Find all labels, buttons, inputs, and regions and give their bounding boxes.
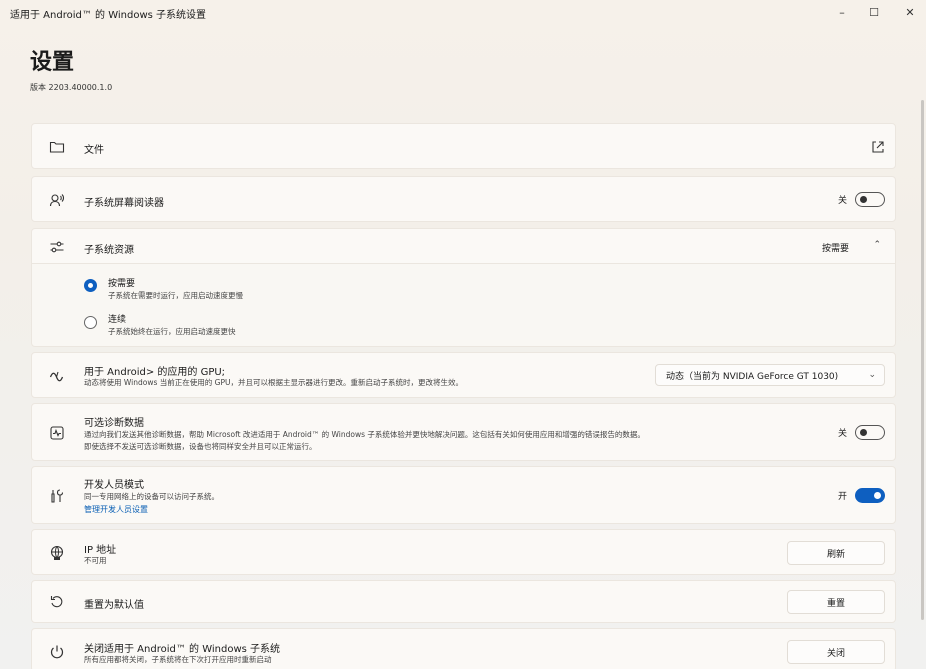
developer-toggle-group: 开 [838,488,885,503]
chevron-up-icon[interactable]: ⌃ [873,240,881,250]
reset-label: 重置为默认值 [84,600,144,611]
diagnostics-toggle-text: 关 [837,429,847,439]
radio-continuous-label: 连续 [108,315,127,325]
version-text: 版本 2203.40000.1.0 [30,83,113,92]
toggle-knob [860,429,867,436]
resources-options: 按需要 子系统在需要时运行，应用启动速度更慢 连续 子系统始终在运行，应用启动速… [31,264,896,347]
developer-desc: 同一专用网络上的设备可以访问子系统。 [84,492,219,501]
diagnostics-toggle-group: 关 [838,425,885,440]
title-bar: 适用于 Android™ 的 Windows 子系统设置 – ☐ ✕ [0,0,926,26]
shutdown-label: 关闭适用于 Android™ 的 Windows 子系统 [84,644,281,655]
screen-reader-card: 子系统屏幕阅读器 关 [31,176,896,222]
shutdown-button[interactable]: 关闭 [787,640,885,664]
window-title: 适用于 Android™ 的 Windows 子系统设置 [10,10,207,21]
diagnostics-label: 可选诊断数据 [84,418,144,429]
files-label: 文件 [84,145,104,156]
screen-reader-toggle-group: 关 [838,192,885,207]
scrollbar[interactable] [921,100,924,620]
folder-icon [48,138,66,156]
resources-header[interactable]: 子系统资源 按需要 ⌃ [31,228,896,264]
screen-reader-label: 子系统屏幕阅读器 [84,198,164,209]
gpu-select[interactable]: 动态（当前为 NVIDIA GeForce GT 1030) ⌄ [655,364,885,386]
radio-on-demand-desc: 子系统在需要时运行，应用启动速度更慢 [108,291,243,300]
toggle-knob [874,492,881,499]
close-button[interactable]: ✕ [896,3,924,21]
gpu-select-value: 动态（当前为 NVIDIA GeForce GT 1030) [666,371,839,382]
refresh-button[interactable]: 刷新 [787,541,885,565]
reset-button[interactable]: 重置 [787,590,885,614]
toggle-knob [860,196,867,203]
shutdown-desc: 所有应用都将关闭，子系统将在下次打开应用时重新启动 [84,655,272,664]
sliders-icon [48,238,66,256]
gpu-label: 用于 Android> 的应用的 GPU; [84,367,226,378]
ip-desc: 不可用 [84,556,107,565]
open-external-icon[interactable] [869,138,887,156]
radio-on-demand-label: 按需要 [108,279,136,289]
diagnostics-desc-1: 通过向我们发送其他诊断数据，帮助 Microsoft 改进适用于 Android… [84,430,645,439]
maximize-button[interactable]: ☐ [860,3,888,21]
resources-value: 按需要 [821,244,849,254]
screen-reader-icon [48,191,66,209]
developer-card: 开发人员模式 同一专用网络上的设备可以访问子系统。 管理开发人员设置 开 [31,466,896,524]
reset-icon [48,593,66,611]
minimize-button[interactable]: – [828,3,856,21]
screen-reader-toggle[interactable] [855,192,885,207]
shutdown-card: 关闭适用于 Android™ 的 Windows 子系统 所有应用都将关闭，子系… [31,628,896,669]
developer-label: 开发人员模式 [84,480,144,491]
developer-toggle[interactable] [855,488,885,503]
gpu-desc: 动态将使用 Windows 当前正在使用的 GPU，并且可以根据主显示器进行更改… [84,378,463,387]
radio-continuous[interactable] [84,316,97,329]
files-card[interactable]: 文件 [31,123,896,169]
radio-on-demand[interactable] [84,279,97,292]
ip-label: IP 地址 [84,545,117,556]
chevron-down-icon: ⌄ [868,370,876,380]
page-title: 设置 [30,50,75,75]
gpu-card: 用于 Android> 的应用的 GPU; 动态将使用 Windows 当前正在… [31,352,896,398]
reset-card: 重置为默认值 重置 [31,580,896,623]
diagnostics-desc-2: 即使选择不发送可选诊断数据，设备也将同样安全并且可以正常运行。 [84,442,317,451]
activity-icon [48,424,66,442]
gpu-icon [48,367,66,385]
screen-reader-toggle-text: 关 [837,196,847,206]
diagnostics-card: 可选诊断数据 通过向我们发送其他诊断数据，帮助 Microsoft 改进适用于 … [31,403,896,461]
resources-label: 子系统资源 [84,245,134,256]
developer-tools-icon [48,487,66,505]
power-icon [48,643,66,661]
ip-card: IP 地址 不可用 刷新 [31,529,896,575]
network-icon [48,544,66,562]
manage-developer-settings-link[interactable]: 管理开发人员设置 [84,504,148,515]
developer-toggle-text: 开 [837,492,847,502]
diagnostics-toggle[interactable] [855,425,885,440]
radio-continuous-desc: 子系统始终在运行，应用启动速度更快 [108,327,236,336]
